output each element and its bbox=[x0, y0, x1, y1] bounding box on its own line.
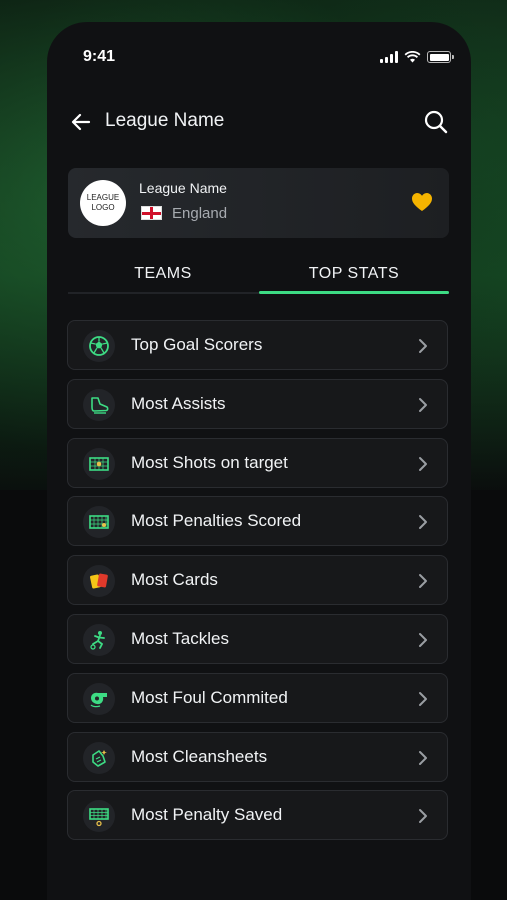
stat-row-most-foul-commited[interactable]: Most Foul Commited bbox=[67, 672, 448, 723]
back-arrow-icon[interactable] bbox=[69, 110, 93, 134]
chevron-right-icon bbox=[419, 456, 427, 471]
gloves-icon bbox=[83, 741, 115, 774]
cards-icon bbox=[83, 565, 115, 598]
wifi-icon bbox=[404, 51, 421, 63]
league-name: League Name bbox=[139, 180, 227, 196]
stat-label: Most Assists bbox=[131, 393, 226, 413]
whistle-icon bbox=[83, 682, 115, 715]
stat-label: Most Shots on target bbox=[131, 452, 288, 472]
status-bar: 9:41 bbox=[47, 22, 471, 92]
chevron-right-icon bbox=[419, 515, 427, 530]
stat-label: Most Cleansheets bbox=[131, 746, 268, 766]
chevron-right-icon bbox=[419, 809, 427, 824]
status-time: 9:41 bbox=[83, 48, 116, 65]
stats-list: Top Goal Scorers Most Assists Most Shots… bbox=[67, 320, 448, 849]
tab-teams[interactable]: TEAMS bbox=[68, 262, 258, 294]
league-card: LEAGUE LOGO League Name England bbox=[68, 168, 449, 238]
page-title: League Name bbox=[105, 110, 225, 131]
goal-target-icon bbox=[83, 447, 115, 480]
phone-screen: 9:41 League Name LEAGUE LOGO League Name… bbox=[47, 22, 471, 900]
battery-icon bbox=[427, 51, 454, 63]
goal-net-icon bbox=[83, 506, 115, 539]
chevron-right-icon bbox=[419, 750, 427, 765]
chevron-right-icon bbox=[419, 339, 427, 353]
chevron-right-icon bbox=[419, 574, 427, 589]
tackle-icon bbox=[83, 623, 115, 656]
boot-icon bbox=[83, 388, 115, 421]
chevron-right-icon bbox=[419, 632, 427, 647]
stat-row-most-tackles[interactable]: Most Tackles bbox=[67, 613, 448, 664]
status-icons bbox=[380, 51, 454, 63]
stat-row-top-goal-scorers[interactable]: Top Goal Scorers bbox=[67, 320, 448, 370]
stat-row-most-assists[interactable]: Most Assists bbox=[67, 378, 448, 429]
stat-row-most-shots-on-target[interactable]: Most Shots on target bbox=[67, 437, 448, 488]
stat-label: Top Goal Scorers bbox=[131, 335, 263, 354]
soccer-ball-icon bbox=[83, 330, 115, 362]
stat-label: Most Penalty Saved bbox=[131, 805, 283, 825]
stat-label: Most Foul Commited bbox=[131, 687, 288, 707]
stat-label: Most Cards bbox=[131, 570, 218, 590]
tab-top-stats[interactable]: TOP STATS bbox=[259, 262, 449, 294]
stat-row-most-cards[interactable]: Most Cards bbox=[67, 555, 448, 606]
stat-row-most-penalty-saved[interactable]: Most Penalty Saved bbox=[67, 790, 448, 841]
app-header: League Name bbox=[47, 104, 471, 144]
stat-label: Most Penalties Scored bbox=[131, 511, 302, 531]
chevron-right-icon bbox=[419, 691, 427, 706]
stat-label: Most Tackles bbox=[131, 628, 229, 648]
tab-bar: TEAMS TOP STATS bbox=[68, 262, 449, 294]
stat-row-most-cleansheets[interactable]: Most Cleansheets bbox=[67, 731, 448, 782]
league-logo: LEAGUE LOGO bbox=[80, 180, 126, 226]
search-icon[interactable] bbox=[423, 109, 449, 135]
league-country: England bbox=[172, 205, 228, 222]
signal-icon bbox=[380, 51, 398, 63]
england-flag-icon bbox=[141, 206, 162, 220]
chevron-right-icon bbox=[419, 397, 427, 412]
goal-save-icon bbox=[83, 800, 115, 833]
favorite-heart-icon[interactable] bbox=[411, 192, 433, 212]
stat-row-most-penalties-scored[interactable]: Most Penalties Scored bbox=[67, 496, 448, 547]
